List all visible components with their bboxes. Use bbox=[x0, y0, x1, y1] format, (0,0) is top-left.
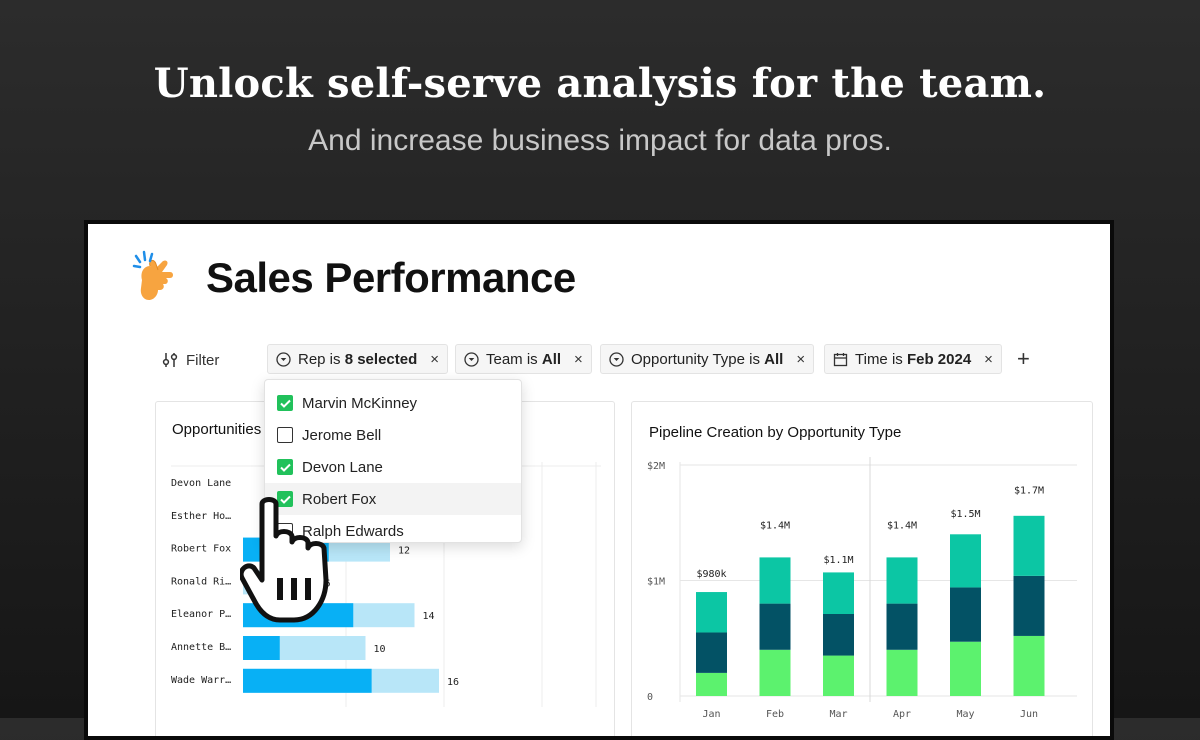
bar-segment bbox=[759, 649, 791, 696]
chip-field: Rep is bbox=[298, 350, 341, 368]
chip-value: Feb 2024 bbox=[906, 350, 972, 368]
chip-field: Time is bbox=[855, 350, 903, 368]
bar-segment bbox=[823, 572, 854, 614]
chip-field: Team is bbox=[486, 350, 538, 368]
x-tick-label: Feb bbox=[766, 709, 784, 720]
x-tick-label: May bbox=[956, 709, 974, 720]
bar-segment bbox=[1013, 515, 1045, 576]
bar-segment bbox=[759, 557, 791, 604]
y-tick-label: Ronald Ri… bbox=[171, 576, 231, 587]
bar-segment bbox=[886, 603, 918, 650]
bar-segment bbox=[950, 587, 981, 642]
bar-segment bbox=[823, 613, 854, 656]
dropdown-option[interactable]: Jerome Bell bbox=[265, 419, 521, 451]
total-label: $1.5M bbox=[950, 509, 980, 520]
data-label: 16 bbox=[447, 677, 459, 688]
bar-segment bbox=[696, 592, 727, 633]
y-tick-label: Robert Fox bbox=[171, 544, 231, 555]
chip-value: All bbox=[764, 350, 784, 368]
hero-subtitle: And increase business impact for data pr… bbox=[308, 124, 892, 157]
pipeline-chart: 0 $1M $2M $980k Jan $1.4M Feb $1.1M Mar $1.4M Apr $… bbox=[647, 457, 1077, 720]
filter-chip-rep[interactable]: Rep is 8 selected × bbox=[267, 344, 449, 374]
x-tick-label: Apr bbox=[893, 709, 911, 720]
bar-segment bbox=[1013, 635, 1045, 696]
filter-chip-opportunity-type[interactable]: Opportunity Type is All × bbox=[600, 344, 815, 374]
bar-segment bbox=[823, 655, 854, 696]
chip-value: 8 selected bbox=[344, 350, 418, 368]
dropdown-option[interactable]: Marvin McKinney bbox=[265, 387, 521, 419]
filter-bar: Filter Rep is 8 selected × Team is All ×… bbox=[88, 344, 1110, 376]
chip-value: All bbox=[541, 350, 562, 368]
y-tick-label: Annette B… bbox=[171, 642, 231, 653]
finger-snap-icon bbox=[132, 250, 173, 300]
total-label: $1.7M bbox=[1014, 486, 1044, 497]
data-label: 12 bbox=[398, 546, 410, 557]
filter-chip-team[interactable]: Team is All × bbox=[455, 344, 592, 374]
total-label: $1.1M bbox=[823, 555, 853, 566]
data-label: 14 bbox=[423, 611, 435, 622]
filter-button[interactable]: Filter bbox=[162, 344, 219, 376]
y-tick-label: Esther Ho… bbox=[171, 511, 231, 522]
filter-chip-time[interactable]: Time is Feb 2024 × bbox=[824, 344, 1002, 374]
y-tick-label: Eleanor P… bbox=[171, 609, 231, 620]
data-label: 10 bbox=[374, 644, 386, 655]
y-tick-label: Devon Lane bbox=[171, 478, 231, 489]
y-tick-label: 0 bbox=[647, 692, 653, 703]
close-icon[interactable]: × bbox=[796, 351, 805, 368]
add-filter-button[interactable]: + bbox=[1017, 346, 1030, 372]
checkbox-checked[interactable] bbox=[277, 395, 293, 411]
x-tick-label: Mar bbox=[829, 709, 847, 720]
chip-field: Opportunity Type is bbox=[631, 350, 760, 368]
filter-label: Filter bbox=[186, 351, 220, 369]
option-label: Devon Lane bbox=[302, 458, 383, 476]
total-label: $980k bbox=[696, 569, 726, 580]
bar-segment bbox=[696, 632, 727, 673]
chevron-circle-icon bbox=[276, 351, 291, 367]
dropdown-option[interactable]: Devon Lane bbox=[265, 451, 521, 483]
x-tick-label: Jan bbox=[702, 709, 720, 720]
chevron-circle-icon bbox=[609, 351, 624, 367]
bar-segment bbox=[759, 603, 791, 650]
bar-segment bbox=[696, 672, 727, 696]
y-tick-label: $1M bbox=[647, 577, 665, 588]
y-tick-label: $2M bbox=[647, 461, 665, 472]
calendar-icon bbox=[833, 352, 848, 366]
close-icon[interactable]: × bbox=[574, 351, 583, 368]
bar-segment bbox=[950, 534, 981, 588]
hand-cursor-icon bbox=[240, 497, 329, 623]
dashboard-title: Sales Performance bbox=[206, 254, 576, 301]
checkbox-checked[interactable] bbox=[277, 459, 293, 475]
chevron-circle-icon bbox=[464, 351, 479, 367]
x-tick-label: Jun bbox=[1020, 709, 1038, 720]
bar-segment bbox=[950, 641, 981, 696]
option-label: Jerome Bell bbox=[302, 426, 382, 444]
checkbox-unchecked[interactable] bbox=[277, 427, 293, 443]
close-icon[interactable]: × bbox=[430, 351, 439, 368]
pipeline-panel: Pipeline Creation by Opportunity Type 0 $… bbox=[631, 401, 1093, 736]
bar-segment bbox=[1013, 575, 1045, 636]
bar-value bbox=[243, 668, 372, 693]
option-label: Marvin McKinney bbox=[302, 394, 418, 412]
total-label: $1.4M bbox=[887, 520, 917, 531]
y-tick-label: Wade Warr… bbox=[171, 675, 231, 686]
total-label: $1.4M bbox=[760, 520, 790, 531]
bar-segment bbox=[886, 557, 918, 604]
dashboard-card: Sales Performance Filter Rep is 8 select… bbox=[84, 220, 1114, 740]
bar-segment bbox=[886, 649, 918, 696]
bar-value bbox=[243, 636, 280, 660]
hero-title: Unlock self-serve analysis for the team. bbox=[153, 60, 1047, 107]
close-icon[interactable]: × bbox=[984, 351, 993, 368]
sliders-icon bbox=[162, 353, 178, 367]
